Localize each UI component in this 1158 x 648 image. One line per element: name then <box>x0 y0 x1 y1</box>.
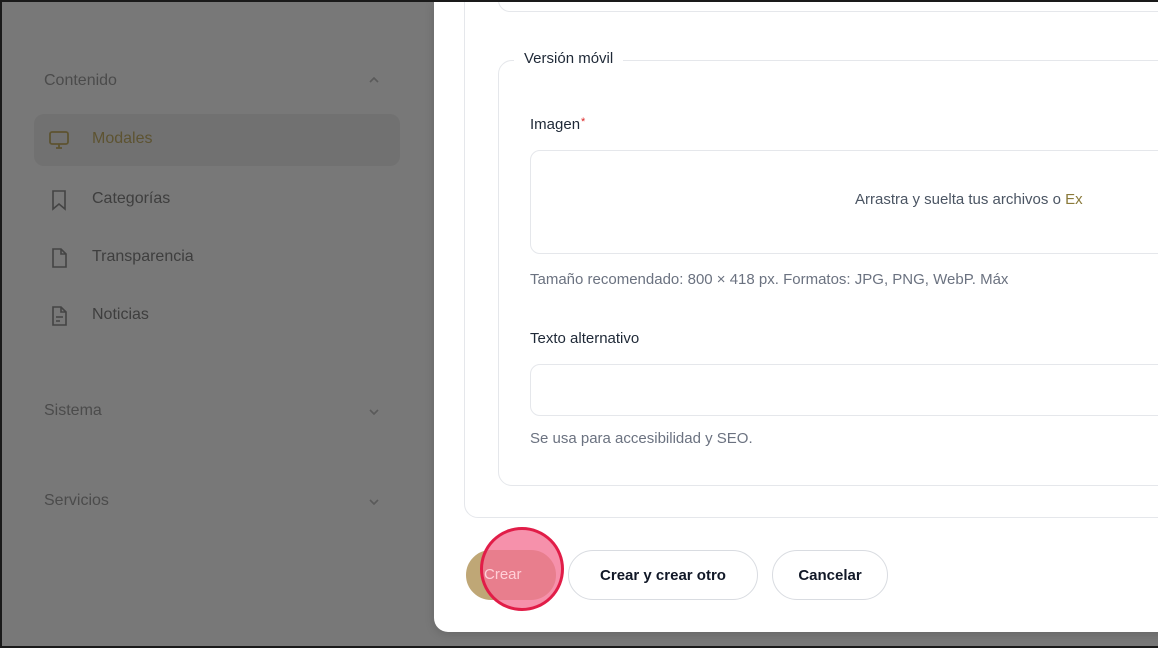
image-label: Imagen* <box>530 116 586 133</box>
sidebar-item-transparencia[interactable]: Transparencia <box>34 232 400 284</box>
image-helper-text: Tamaño recomendado: 800 × 418 px. Format… <box>530 271 1009 288</box>
sidebar-item-label: Modales <box>92 130 153 147</box>
sidebar-item-label: Transparencia <box>92 248 194 265</box>
file-text-icon <box>52 306 67 326</box>
cancel-button[interactable]: Cancelar <box>772 550 888 600</box>
required-mark: * <box>581 116 586 128</box>
browse-link[interactable]: Ex <box>1065 191 1083 208</box>
file-icon <box>52 248 67 268</box>
chevron-down-icon[interactable] <box>364 402 384 422</box>
image-dropzone[interactable]: Arrastra y suelta tus archivos o Ex <box>530 150 1158 254</box>
fieldset-legend: Versión móvil <box>514 50 624 67</box>
sidebar-item-noticias[interactable]: Noticias <box>34 290 400 342</box>
section-servicios[interactable]: Servicios <box>44 492 109 510</box>
section-contenido[interactable]: Contenido <box>44 72 117 90</box>
alt-text-input[interactable] <box>530 364 1158 416</box>
create-and-create-another-button[interactable]: Crear y crear otro <box>568 550 758 600</box>
create-button-label: Crear <box>484 566 522 583</box>
bookmark-icon <box>52 190 66 211</box>
sidebar-item-label: Noticias <box>92 306 149 323</box>
alt-text-label: Texto alternativo <box>530 330 640 347</box>
chevron-down-icon[interactable] <box>364 492 384 512</box>
sidebar-item-categorias[interactable]: Categorías <box>34 174 400 226</box>
alt-text-helper: Se usa para accesibilidad y SEO. <box>530 430 753 447</box>
previous-fieldset <box>498 2 1158 12</box>
section-sistema[interactable]: Sistema <box>44 402 102 420</box>
screen-frame: Contenido Modales Categorías Transparenc… <box>0 0 1158 648</box>
sidebar-item-modales[interactable]: Modales <box>34 114 400 166</box>
chevron-up-icon[interactable] <box>364 70 384 90</box>
sidebar-item-label: Categorías <box>92 190 171 207</box>
monitor-icon <box>49 131 69 149</box>
dropzone-text: Arrastra y suelta tus archivos o Ex <box>855 191 1083 208</box>
